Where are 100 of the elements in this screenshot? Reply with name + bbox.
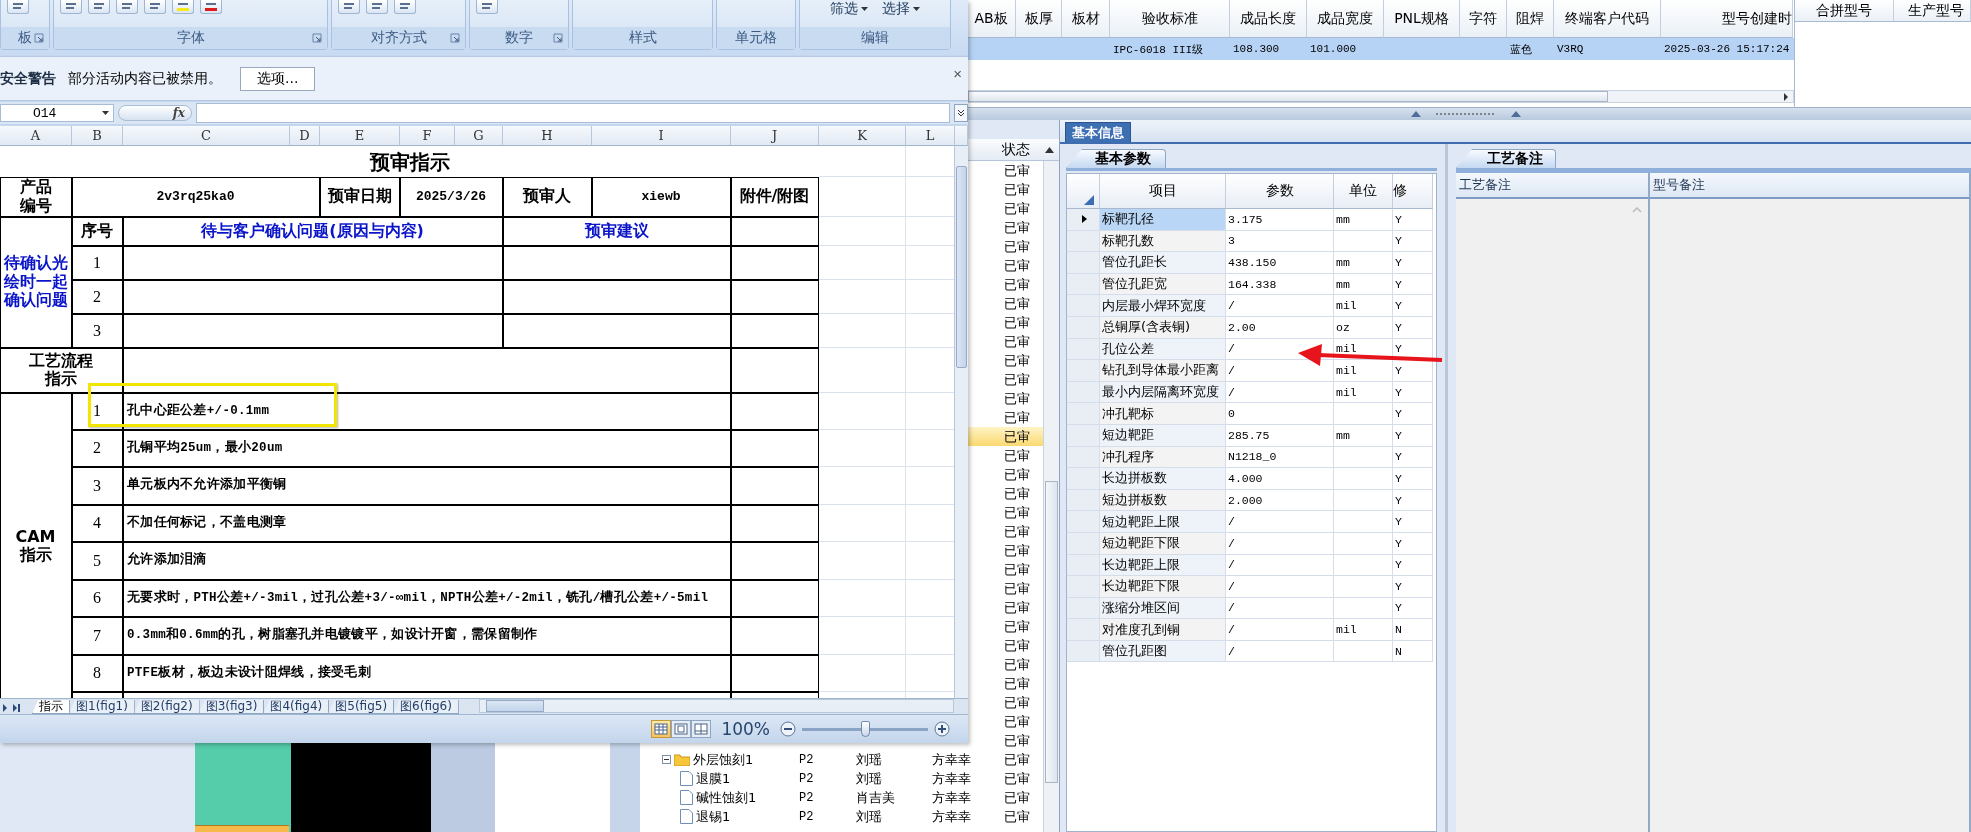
table-row[interactable]: 长边靶距下限 / Y (1067, 576, 1436, 598)
table-row[interactable]: 管位孔距宽 164.338 mm Y (1067, 273, 1436, 296)
list-item[interactable]: 已审 (1000, 731, 1043, 750)
sheet-tab[interactable]: 指示 (32, 700, 70, 714)
sheet-tab[interactable]: 图6(fig6) (393, 700, 459, 714)
group-label: 单元格 (735, 29, 777, 47)
list-item[interactable]: 已审 (1000, 484, 1043, 503)
list-item[interactable]: 已审 (1000, 370, 1043, 389)
table-cell: / (1226, 381, 1334, 404)
list-item[interactable]: 已审 (1000, 541, 1043, 560)
list-item[interactable]: 已审 (1000, 275, 1043, 294)
column-header[interactable]: 板厚 (1016, 0, 1062, 38)
list-item[interactable]: 已审 (1000, 313, 1043, 332)
table-row[interactable]: 内层最小焊环宽度 / mil Y (1067, 295, 1436, 317)
column-header[interactable]: 终端客户代码 (1554, 0, 1661, 38)
sheet-tab[interactable]: 图4(fig4) (263, 700, 330, 714)
list-row[interactable]: 外层蚀刻1 P2 刘瑶 方幸幸 已审 (640, 750, 1043, 769)
table-row[interactable]: 对准度孔到铜 / mil N (1067, 619, 1436, 641)
table-row[interactable]: 标靶孔数 3 Y (1067, 230, 1436, 253)
list-item[interactable]: 已审 (1000, 617, 1043, 636)
column-header[interactable]: 项目 (1100, 174, 1226, 209)
section-tab[interactable]: 基本信息 (1065, 122, 1131, 142)
menu-button[interactable]: 筛选 (828, 0, 870, 18)
list-item[interactable]: 已审 (1000, 427, 1043, 446)
table-cell: 长边拼板数 (1100, 468, 1226, 490)
list-item[interactable]: 已审 (1000, 351, 1043, 370)
list-item[interactable]: 已审 (1000, 579, 1043, 598)
table-cell: / (1226, 511, 1334, 533)
column-header[interactable]: 单位 (1334, 174, 1393, 209)
column-header[interactable]: 参数 (1226, 174, 1334, 209)
list-item[interactable]: 已审 (1000, 332, 1043, 351)
table-row[interactable]: 冲孔靶标 0 Y (1067, 403, 1436, 425)
column-header[interactable]: 成品长度 (1230, 0, 1307, 38)
close-button[interactable]: × (953, 65, 962, 82)
column-header[interactable]: 验收标准 (1110, 0, 1230, 38)
table-row[interactable]: 管位孔距长 438.150 mm Y (1067, 252, 1436, 274)
column-header[interactable]: PNL规格 (1384, 0, 1460, 38)
list-item[interactable]: 已审 (1000, 180, 1043, 199)
table-cell: 2.00 (1226, 316, 1334, 339)
table-row[interactable]: 长边靶距上限 / Y (1067, 554, 1436, 577)
table-row[interactable]: 最小内层隔离环宽度 / mil Y (1067, 381, 1436, 404)
table-cell: Y (1393, 532, 1433, 555)
list-item[interactable]: 已审 (1000, 503, 1043, 522)
column-header[interactable]: 状态 (996, 139, 1039, 160)
list-item[interactable]: 已审 (1000, 465, 1043, 484)
table-row[interactable]: 短边靶距上限 / Y (1067, 511, 1436, 533)
column-header[interactable]: 板材 (1062, 0, 1110, 38)
insert-function-button[interactable]: fx (118, 105, 192, 121)
list-item[interactable]: 已审 (1000, 256, 1043, 275)
table-row[interactable]: 总铜厚(含表铜) 2.00 oz Y (1067, 316, 1436, 339)
list-row[interactable]: 退锡1 P2 刘瑶 方幸幸 已审 (640, 807, 1043, 826)
column-header[interactable]: 字符 (1460, 0, 1507, 38)
list-item[interactable]: 已审 (1000, 655, 1043, 674)
panel-tab[interactable]: 基本参数 (1066, 149, 1166, 168)
table-row[interactable]: 短边拼板数 2.000 Y (1067, 489, 1436, 512)
list-item[interactable]: 已审 (1000, 693, 1043, 712)
table-row[interactable]: 标靶孔径 3.175 mm Y (1067, 209, 1436, 231)
list-item[interactable]: 已审 (1000, 237, 1043, 256)
column-header[interactable]: 合拼型号 (1795, 0, 1894, 22)
list-item[interactable]: 已审 (1000, 636, 1043, 655)
list-item[interactable]: 已审 (1000, 389, 1043, 408)
list-row[interactable]: 退膜1 P2 刘瑶 方幸幸 已审 (640, 769, 1043, 788)
menu-button[interactable]: 选择 (880, 0, 922, 18)
list-item[interactable]: 已审 (1000, 522, 1043, 541)
name-box[interactable]: O14 (0, 104, 114, 122)
list-item[interactable]: 已审 (1000, 294, 1043, 313)
list-item[interactable]: 已审 (1000, 446, 1043, 465)
list-row[interactable]: 碱性蚀刻1 P2 肖吉美 方幸幸 已审 (640, 788, 1043, 807)
table-header: 序号 (81, 221, 113, 241)
table-cell: 短边靶距上限 (1100, 511, 1226, 533)
table-row[interactable]: 短边靶距下限 / Y (1067, 532, 1436, 555)
column-header[interactable]: 型号创建时 (1661, 0, 1793, 38)
table-row[interactable]: IPC-6018 III级 108.300 101.000 蓝色 V3RQ 2025-03-26 15:17:24 (967, 38, 1794, 60)
list-item[interactable]: 已审 (1000, 598, 1043, 617)
column-header[interactable]: 阻焊 (1507, 0, 1554, 38)
sheet-tab[interactable]: 图3(fig3) (198, 700, 265, 714)
table-row[interactable]: 长边拼板数 4.000 Y (1067, 468, 1436, 490)
table-row[interactable]: 涨缩分堆区间 / Y (1067, 597, 1436, 620)
options-button[interactable]: 选项... (240, 66, 316, 91)
list-item[interactable]: 已审 (1000, 161, 1043, 180)
sheet-tab[interactable]: 图5(fig5) (328, 700, 395, 714)
column-header[interactable]: 成品宽度 (1307, 0, 1384, 38)
list-item[interactable]: 已审 (1000, 408, 1043, 427)
sheet-tab[interactable]: 图2(fig2) (133, 700, 200, 714)
list-item[interactable]: 已审 (1000, 199, 1043, 218)
table-row[interactable]: 短边靶距 285.75 mm Y (1067, 424, 1436, 447)
table-row[interactable]: 冲孔程序 N1218_0 Y (1067, 446, 1436, 469)
list-item[interactable]: 已审 (1000, 712, 1043, 731)
column-header[interactable]: 修 (1393, 174, 1433, 209)
table-cell: 标靶孔径 (1100, 209, 1226, 231)
table-row[interactable]: 钻孔到导体最小距离 / mil Y (1067, 360, 1436, 382)
panel-tab[interactable]: 工艺备注 (1456, 149, 1556, 168)
table-row[interactable]: 管位孔距图 / N (1067, 640, 1436, 663)
column-header[interactable]: AB板 (967, 0, 1016, 38)
table-cell: 2 (93, 439, 101, 457)
list-item[interactable]: 已审 (1000, 674, 1043, 693)
column-header[interactable]: 生产型号 (1894, 0, 1971, 22)
list-item[interactable]: 已审 (1000, 218, 1043, 237)
sheet-tab[interactable]: 图1(fig1) (69, 700, 135, 714)
list-item[interactable]: 已审 (1000, 560, 1043, 579)
